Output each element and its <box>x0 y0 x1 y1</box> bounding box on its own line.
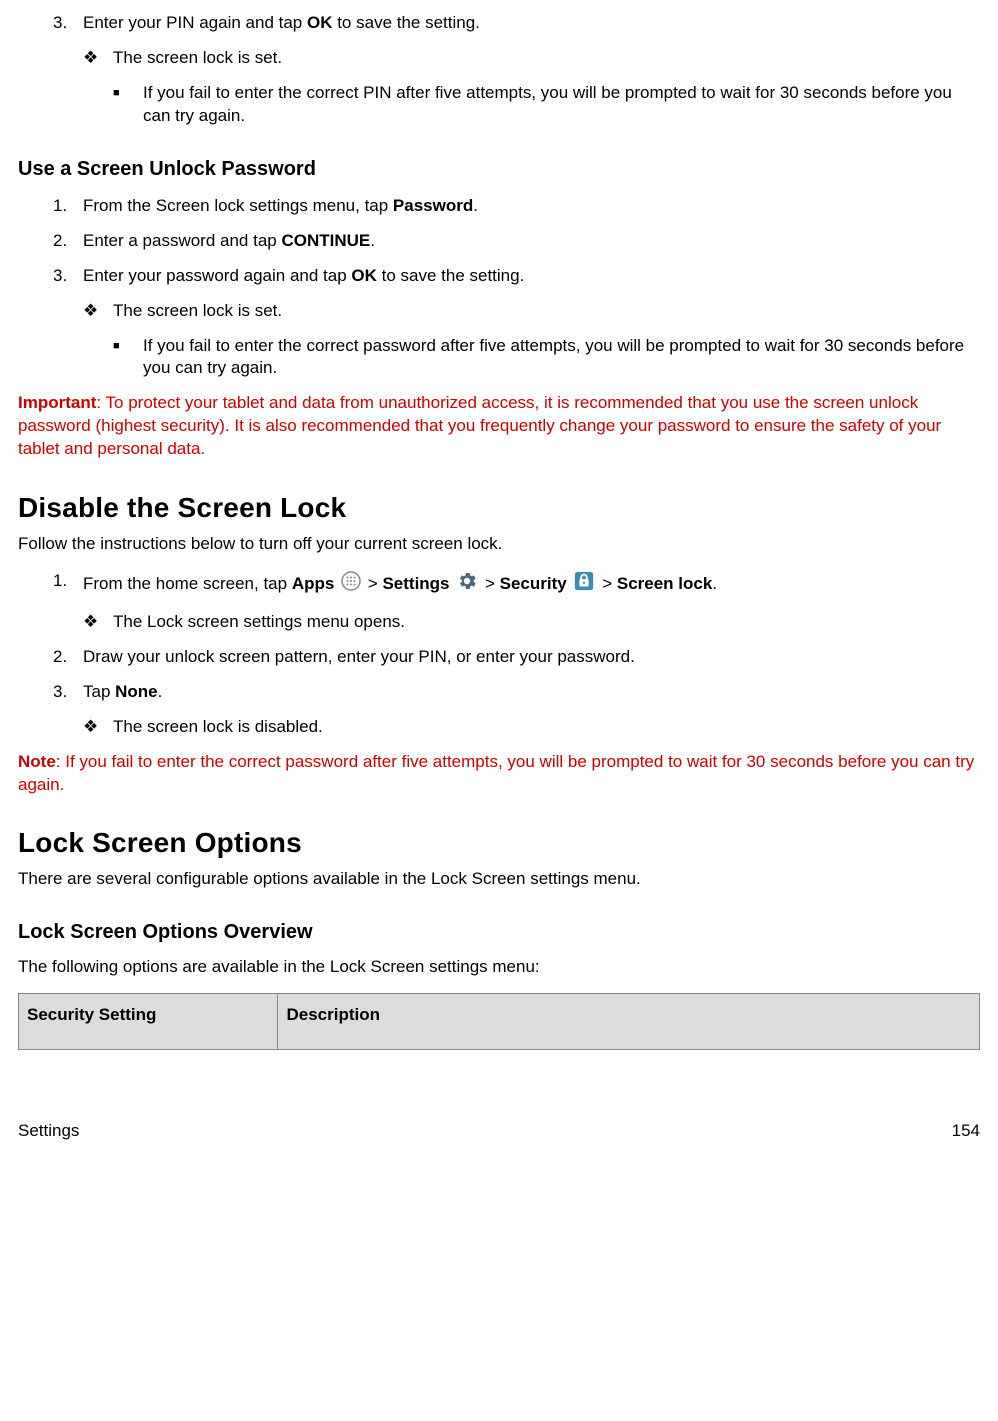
result-text: The screen lock is set. <box>113 300 282 323</box>
square-bullet-icon: ■ <box>113 335 143 381</box>
heading-options-overview: Lock Screen Options Overview <box>18 919 980 946</box>
disable-intro: Follow the instructions below to turn of… <box>18 533 980 556</box>
important-note: Important: To protect your tablet and da… <box>18 392 980 461</box>
list-number: 1. <box>53 570 83 599</box>
list-number: 2. <box>53 646 83 669</box>
step-text: Tap None. <box>83 681 162 704</box>
list-number: 3. <box>53 265 83 288</box>
step-text: From the home screen, tap Apps > Setting… <box>83 570 717 599</box>
col-security-setting: Security Setting <box>19 994 278 1050</box>
apps-icon <box>341 571 361 598</box>
disable-result-1: ❖ The Lock screen settings menu opens. <box>83 611 980 634</box>
pwd-fail-note: ■ If you fail to enter the correct passw… <box>113 335 980 381</box>
table-header-row: Security Setting Description <box>19 994 980 1050</box>
result-text: The screen lock is set. <box>113 47 282 70</box>
col-description: Description <box>278 994 980 1050</box>
step-text: Enter your PIN again and tap OK to save … <box>83 12 480 35</box>
list-number: 3. <box>53 681 83 704</box>
list-number: 1. <box>53 195 83 218</box>
step-text: Enter a password and tap CONTINUE. <box>83 230 375 253</box>
pin-step-3: 3. Enter your PIN again and tap OK to sa… <box>53 12 980 35</box>
result-text: The Lock screen settings menu opens. <box>113 611 405 634</box>
disable-step-2: 2. Draw your unlock screen pattern, ente… <box>53 646 980 669</box>
pwd-step-1: 1. From the Screen lock settings menu, t… <box>53 195 980 218</box>
pin-result: ❖ The screen lock is set. <box>83 47 980 70</box>
pwd-step-2: 2. Enter a password and tap CONTINUE. <box>53 230 980 253</box>
step-text: Draw your unlock screen pattern, enter y… <box>83 646 635 669</box>
disable-step-1: 1. From the home screen, tap Apps > Sett… <box>53 570 980 599</box>
result-text: The screen lock is disabled. <box>113 716 323 739</box>
options-intro: There are several configurable options a… <box>18 868 980 891</box>
pin-fail-note: ■ If you fail to enter the correct PIN a… <box>113 82 980 128</box>
disable-result-3: ❖ The screen lock is disabled. <box>83 716 980 739</box>
footer-section-title: Settings <box>18 1120 79 1143</box>
heading-disable-lock: Disable the Screen Lock <box>18 489 980 527</box>
diamond-bullet-icon: ❖ <box>83 716 113 739</box>
security-icon <box>573 570 595 599</box>
fail-text: If you fail to enter the correct PIN aft… <box>143 82 980 128</box>
pwd-result: ❖ The screen lock is set. <box>83 300 980 323</box>
diamond-bullet-icon: ❖ <box>83 611 113 634</box>
fail-text: If you fail to enter the correct passwor… <box>143 335 980 381</box>
diamond-bullet-icon: ❖ <box>83 47 113 70</box>
list-number: 2. <box>53 230 83 253</box>
disable-step-3: 3. Tap None. <box>53 681 980 704</box>
options-table: Security Setting Description <box>18 993 980 1050</box>
list-number: 3. <box>53 12 83 35</box>
square-bullet-icon: ■ <box>113 82 143 128</box>
heading-use-password: Use a Screen Unlock Password <box>18 156 980 183</box>
step-text: Enter your password again and tap OK to … <box>83 265 524 288</box>
heading-lock-options: Lock Screen Options <box>18 824 980 862</box>
step-text: From the Screen lock settings menu, tap … <box>83 195 478 218</box>
diamond-bullet-icon: ❖ <box>83 300 113 323</box>
note-block: Note: If you fail to enter the correct p… <box>18 751 980 797</box>
options-lead: The following options are available in t… <box>18 956 980 979</box>
settings-icon <box>456 570 478 599</box>
pwd-step-3: 3. Enter your password again and tap OK … <box>53 265 980 288</box>
footer-page-number: 154 <box>952 1120 980 1143</box>
page-footer: Settings 154 <box>18 1120 980 1163</box>
